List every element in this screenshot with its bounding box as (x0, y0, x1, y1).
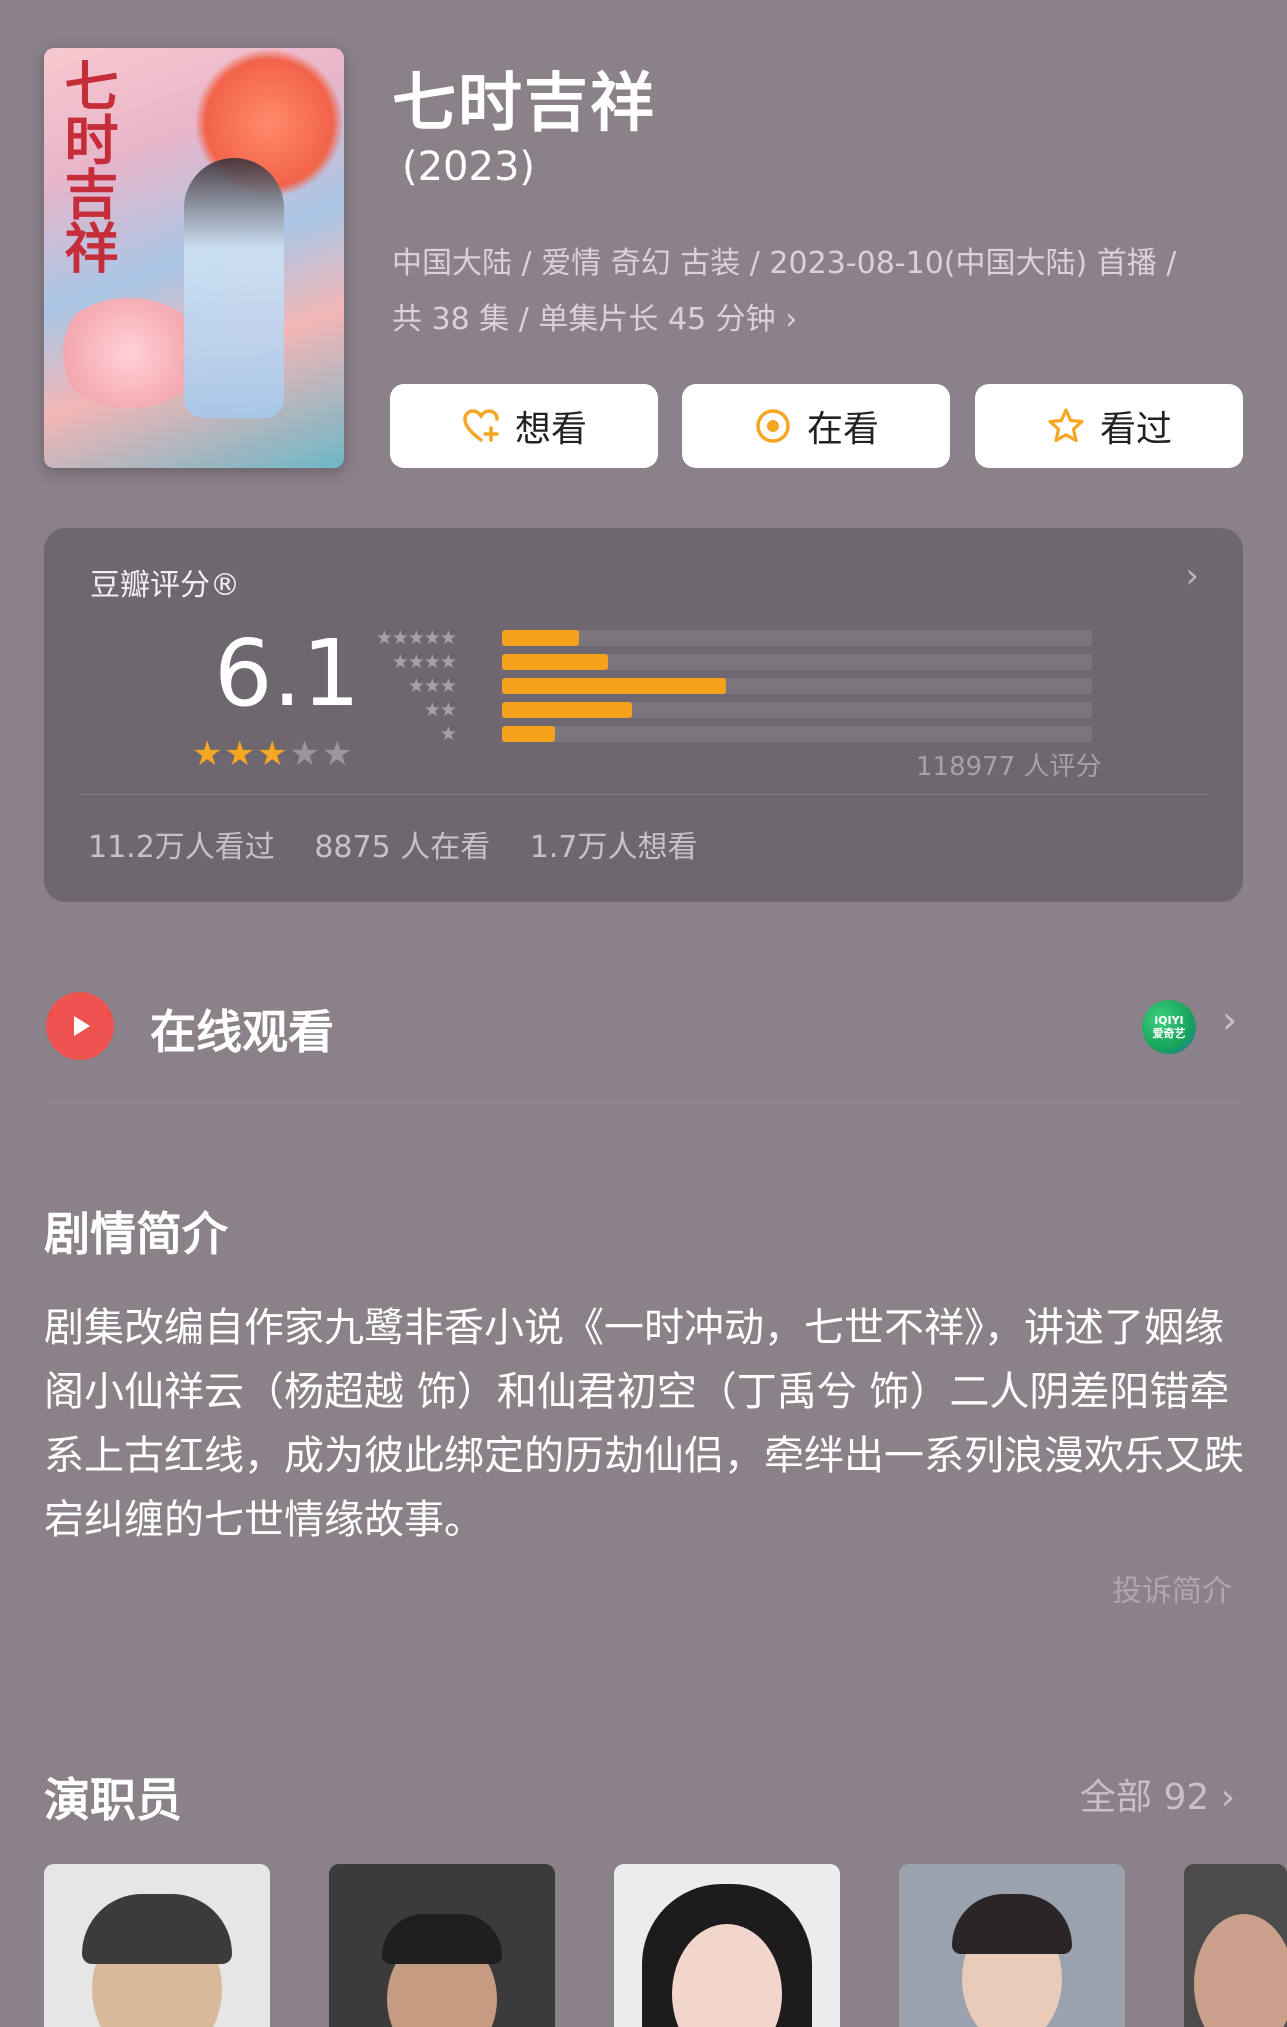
watch-online-label[interactable]: 在线观看 (150, 996, 334, 1062)
show-meta[interactable]: 中国大陆 / 爱情 奇幻 古装 / 2023-08-10(中国大陆) 首播 / … (392, 236, 1252, 348)
provider-name-bottom: 爱奇艺 (1152, 1027, 1186, 1040)
rating-dist-row-1: ★ (350, 723, 1092, 745)
poster-title-text: 七时吉祥 (55, 58, 119, 274)
watched-label: 看过 (1099, 409, 1172, 450)
dist-stars-label: ★★★ (407, 675, 457, 697)
chevron-right-icon: › (785, 302, 798, 337)
dist-bar-fill (502, 654, 609, 670)
rating-dist-row-3: ★★★ (350, 675, 1092, 697)
rating-dist-row-5: ★★★★★ (350, 627, 1092, 649)
want-count: 1.7万人想看 (529, 830, 698, 865)
cast-all-link[interactable]: 全部 92 › (1080, 1768, 1235, 1820)
rating-dist-row-2: ★★ (350, 699, 1092, 721)
dist-stars-label: ★★ (423, 699, 457, 721)
watched-button[interactable]: 看过 (975, 384, 1243, 468)
cast-title: 演职员 (44, 1773, 182, 1827)
cast-photo[interactable] (44, 1864, 270, 2027)
rating-dist-row-4: ★★★★ (350, 651, 1092, 673)
cast-photo[interactable] (899, 1864, 1125, 2027)
rating-score: 6.1 (214, 620, 361, 727)
watched-count: 11.2万人看过 (88, 830, 275, 865)
meta-line-1: 中国大陆 / 爱情 奇幻 古装 / 2023-08-10(中国大陆) 首播 / (392, 246, 1177, 281)
divider (78, 794, 1208, 795)
dist-stars-label: ★★★★ (391, 651, 457, 673)
watching-button[interactable]: 在看 (682, 384, 950, 468)
rating-count: 118977 人评分 (916, 752, 1102, 782)
report-synopsis-link[interactable]: 投诉简介 (1112, 1566, 1232, 1610)
watching-label: 在看 (806, 409, 879, 450)
dist-stars-label: ★★★★★ (375, 627, 457, 649)
heart-plus-icon (463, 409, 499, 442)
star-icon: ★ (192, 734, 225, 774)
cast-photo[interactable] (1184, 1864, 1287, 2027)
star-icon: ★ (224, 734, 257, 774)
watching-count: 8875 人在看 (314, 830, 491, 865)
dist-bar-fill (502, 678, 727, 694)
star-icon: ★ (289, 734, 322, 774)
iqiyi-icon[interactable]: iQIYI 爱奇艺 (1142, 1000, 1196, 1054)
dist-stars-label: ★ (439, 723, 457, 745)
star-outline-icon (1048, 408, 1084, 443)
want-to-watch-button[interactable]: 想看 (390, 384, 658, 468)
want-to-watch-label: 想看 (514, 409, 587, 450)
chevron-right-icon[interactable]: › (1222, 998, 1237, 1042)
rating-label: 豆瓣评分® (90, 568, 240, 603)
divider (44, 1102, 1243, 1103)
poster-image[interactable]: 七时吉祥 (44, 48, 344, 468)
cast-all-label: 全部 92 (1080, 1777, 1210, 1818)
synopsis-text: 剧集改编自作家九鹭非香小说《一时冲动，七世不祥》，讲述了姻缘阁小仙祥云（杨超越 … (44, 1305, 1244, 1543)
cast-photo[interactable] (329, 1864, 555, 2027)
target-icon (756, 409, 790, 443)
play-icon[interactable] (46, 992, 114, 1060)
page-title: 七时吉祥 (392, 67, 656, 141)
dist-bar-fill (502, 630, 579, 646)
meta-line-2: 共 38 集 / 单集片长 45 分钟 (392, 302, 776, 337)
chevron-right-icon: › (1185, 556, 1199, 596)
rating-card[interactable]: 豆瓣评分® › 6.1 ★★★★★ ★★★★★ ★★★★ ★★★ ★★ ★ 11… (44, 528, 1243, 902)
release-year: (2023) (402, 144, 536, 190)
provider-name-top: iQIYI (1154, 1014, 1184, 1027)
star-icon: ★ (256, 734, 290, 774)
rating-stars: ★★★★★ (192, 734, 354, 774)
dist-bar-fill (502, 702, 632, 718)
watch-stats: 11.2万人看过 8875 人在看 1.7万人想看 (88, 822, 728, 866)
cast-photo[interactable] (614, 1864, 840, 2027)
chevron-right-icon: › (1220, 1777, 1236, 1818)
dist-bar-fill (502, 726, 556, 742)
synopsis-title: 剧情简介 (44, 1207, 228, 1261)
